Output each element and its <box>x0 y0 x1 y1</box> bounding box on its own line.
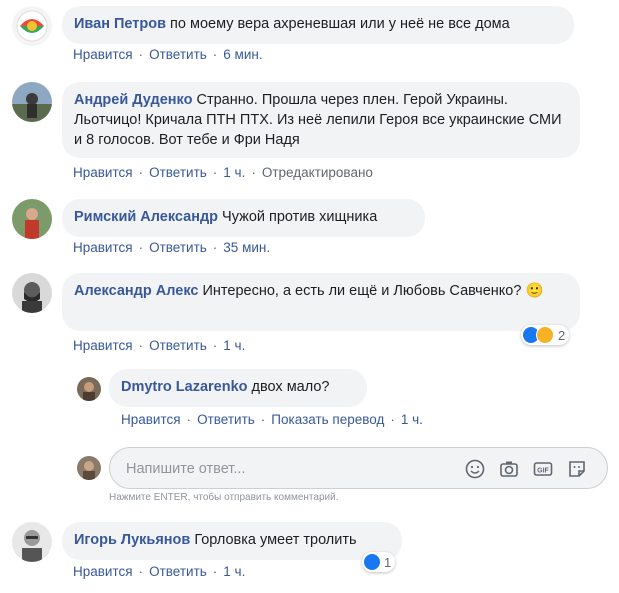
comment-text: Горловка умеет тролить <box>194 532 357 548</box>
comment-bubble: Андрей Дуденко Странно. Прошла через плен… <box>62 82 580 158</box>
camera-icon[interactable] <box>498 458 520 480</box>
edited-label: Отредактировано <box>261 165 373 180</box>
timestamp[interactable]: 1 ч. <box>223 165 245 180</box>
timestamp[interactable]: 1 ч. <box>223 564 245 579</box>
current-user-avatar <box>77 456 101 480</box>
avatar[interactable] <box>12 522 52 562</box>
avatar[interactable] <box>12 6 52 46</box>
comment-author[interactable]: Андрей Дуденко <box>74 92 192 108</box>
timestamp[interactable]: 1 ч. <box>223 338 245 353</box>
reactions-badge[interactable]: 2 <box>521 325 570 345</box>
like-link[interactable]: Нравится <box>73 240 133 255</box>
like-link[interactable]: Нравится <box>73 338 133 353</box>
gif-icon[interactable]: GIF <box>532 458 554 480</box>
like-link[interactable]: Нравится <box>73 47 133 62</box>
reply-composer: GIF <box>109 447 608 489</box>
haha-reaction-icon <box>536 326 554 344</box>
reply-link[interactable]: Ответить <box>149 165 207 180</box>
reply-link[interactable]: Ответить <box>149 240 207 255</box>
timestamp[interactable]: 1 ч. <box>401 412 423 427</box>
avatar[interactable] <box>12 199 52 239</box>
sticker-icon[interactable] <box>566 458 588 480</box>
emoji-icon[interactable] <box>464 458 486 480</box>
reply-link[interactable]: Ответить <box>149 47 207 62</box>
enter-hint: Нажмите ENTER, чтобы отправить комментар… <box>109 492 339 503</box>
like-reaction-icon <box>364 554 380 570</box>
reactions-badge[interactable]: 1 <box>362 552 396 572</box>
comment-bubble: Игорь Лукьянов Горловка умеет тролить <box>62 522 402 560</box>
comment-bubble: Иван Петров по моему вера ахреневшая или … <box>62 6 574 44</box>
reply-link[interactable]: Ответить <box>149 338 207 353</box>
reply-actions: Нравится · Ответить · Показать перевод · 1 ч. <box>121 412 423 427</box>
comment-bubble: Александр Алекс Интересно, а есть ли ещё … <box>62 273 580 331</box>
like-link[interactable]: Нравится <box>73 564 133 579</box>
reply-link[interactable]: Ответить <box>197 412 255 427</box>
comment-actions: Нравится · Ответить · 1 ч. <box>73 564 246 579</box>
comment-text: Интересно, а есть ли ещё и Любовь Савчен… <box>202 283 544 299</box>
timestamp[interactable]: 35 мин. <box>223 240 270 255</box>
comment-text: Чужой против хищника <box>222 209 378 225</box>
comment-actions: Нравится · Ответить · 1 ч. <box>73 338 246 353</box>
svg-text:GIF: GIF <box>537 468 549 475</box>
reactions-count: 2 <box>558 327 566 343</box>
comment-author[interactable]: Александр Алекс <box>74 283 198 299</box>
comment-author[interactable]: Иван Петров <box>74 16 166 32</box>
comment-author[interactable]: Римский Александр <box>74 209 218 225</box>
comment-text: по моему вера ахреневшая или у неё не вс… <box>170 16 510 32</box>
reactions-count: 1 <box>384 554 392 570</box>
avatar[interactable] <box>12 273 52 313</box>
like-link[interactable]: Нравится <box>121 412 181 427</box>
reply-text: двох мало? <box>251 379 330 395</box>
reply-input[interactable] <box>124 458 458 480</box>
comment-bubble: Римский Александр Чужой против хищника <box>62 199 425 237</box>
show-translation-link[interactable]: Показать перевод <box>271 412 384 427</box>
reply-author[interactable]: Dmytro Lazarenko <box>121 379 248 395</box>
comment-actions: Нравится · Ответить · 35 мин. <box>73 240 271 255</box>
like-link[interactable]: Нравится <box>73 165 133 180</box>
comment-actions: Нравится · Ответить · 1 ч. · Отредактировано <box>73 165 373 180</box>
reply-link[interactable]: Ответить <box>149 564 207 579</box>
avatar[interactable] <box>12 82 52 122</box>
comment-actions: Нравится · Ответить · 6 мин. <box>73 47 263 62</box>
reply-avatar[interactable] <box>77 377 101 401</box>
comment-author[interactable]: Игорь Лукьянов <box>74 532 190 548</box>
timestamp[interactable]: 6 мин. <box>223 47 262 62</box>
reply-bubble: Dmytro Lazarenko двох мало? <box>109 369 367 407</box>
